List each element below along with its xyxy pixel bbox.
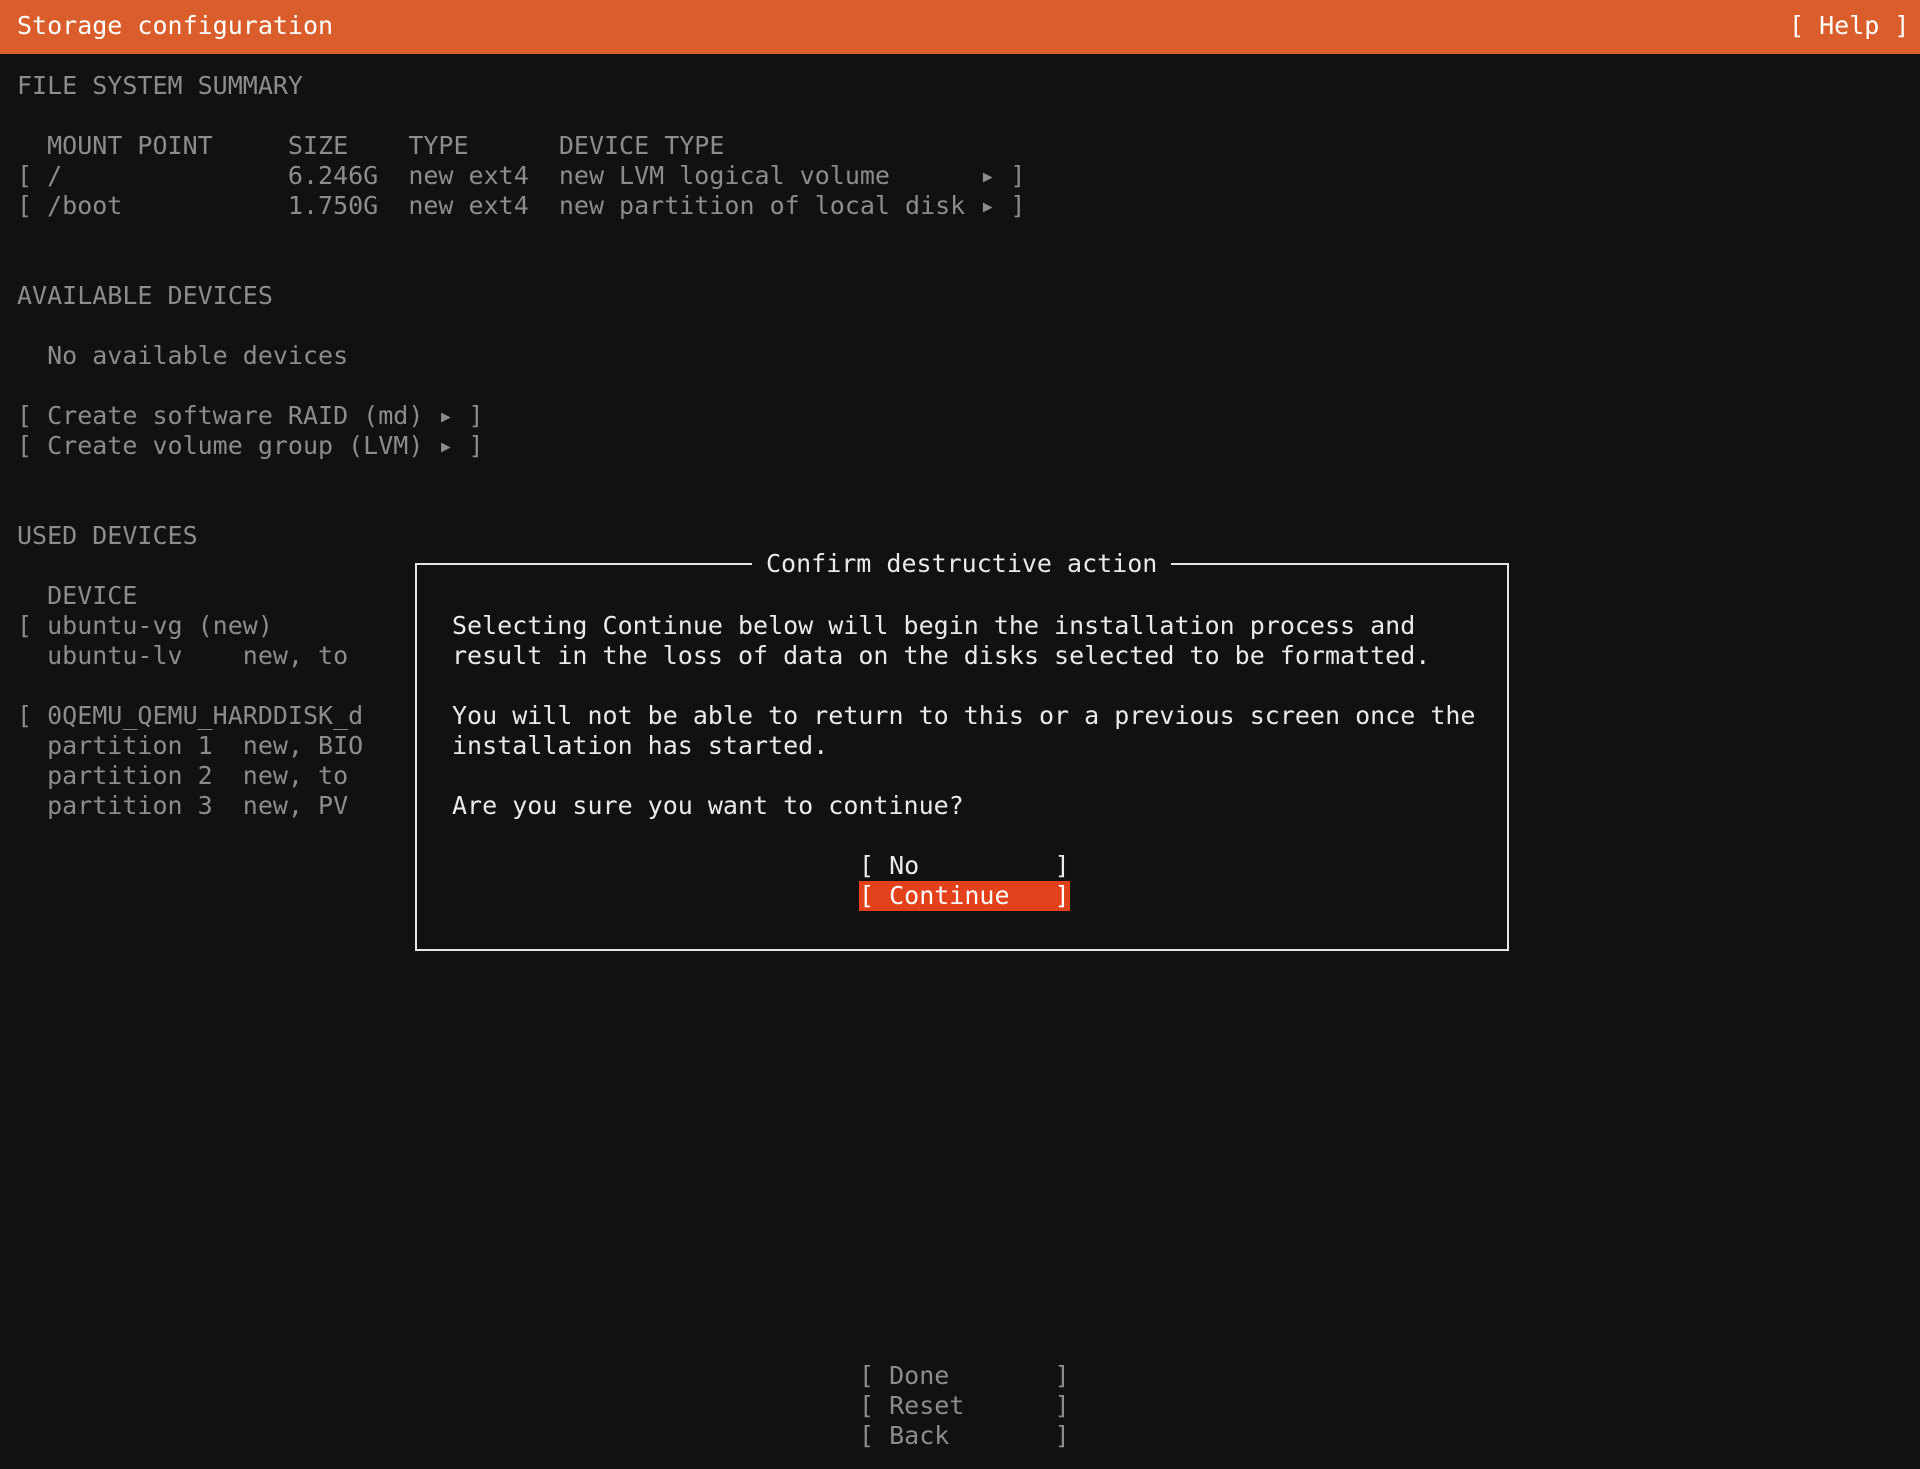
dialog-question: Are you sure you want to continue?	[452, 791, 964, 820]
continue-button[interactable]: [ Continue ]	[859, 881, 1070, 911]
fs-table-header: MOUNT POINT SIZE TYPE DEVICE TYPE	[17, 131, 725, 160]
dialog-title: Confirm destructive action	[752, 549, 1172, 579]
used-row-vg[interactable]: [ ubuntu-vg (new)	[17, 611, 273, 641]
title-bar: Storage configuration [ Help ]	[0, 0, 1920, 54]
dialog-text-line-4: installation has started.	[452, 731, 829, 760]
used-row-disk[interactable]: [ 0QEMU_QEMU_HARDDISK_d	[17, 701, 363, 731]
create-raid-button[interactable]: [ Create software RAID (md) ▸ ]	[17, 401, 484, 431]
done-button[interactable]: [ Done ]	[859, 1361, 1070, 1391]
reset-button[interactable]: [ Reset ]	[859, 1391, 1070, 1421]
no-devices-text: No available devices	[17, 341, 349, 370]
confirm-dialog: Confirm destructive action Selecting Con…	[415, 549, 1509, 951]
dialog-text-line-3: You will not be able to return to this o…	[452, 701, 1476, 730]
used-row-partition-2: partition 2 new, to	[17, 761, 349, 790]
used-table-header: DEVICE	[17, 581, 138, 610]
page-title: Storage configuration	[17, 11, 334, 40]
dialog-text-line-1: Selecting Continue below will begin the …	[452, 611, 1416, 640]
dialog-text-line-2: result in the loss of data on the disks …	[452, 641, 1431, 670]
used-row-lv: ubuntu-lv new, to	[17, 641, 349, 670]
create-lvm-button[interactable]: [ Create volume group (LVM) ▸ ]	[17, 431, 484, 461]
used-row-partition-1: partition 1 new, BIO	[17, 731, 364, 760]
back-button[interactable]: [ Back ]	[859, 1421, 1070, 1451]
available-heading: AVAILABLE DEVICES	[17, 281, 273, 310]
fs-summary-heading: FILE SYSTEM SUMMARY	[17, 71, 303, 100]
fs-row-boot[interactable]: [ /boot 1.750G new ext4 new partition of…	[17, 191, 1025, 221]
no-button[interactable]: [ No ]	[859, 851, 1070, 881]
fs-row-root[interactable]: [ / 6.246G new ext4 new LVM logical volu…	[17, 161, 1025, 191]
used-heading: USED DEVICES	[17, 521, 198, 550]
used-row-partition-3: partition 3 new, PV	[17, 791, 349, 820]
help-button[interactable]: [ Help ]	[1789, 11, 1909, 41]
